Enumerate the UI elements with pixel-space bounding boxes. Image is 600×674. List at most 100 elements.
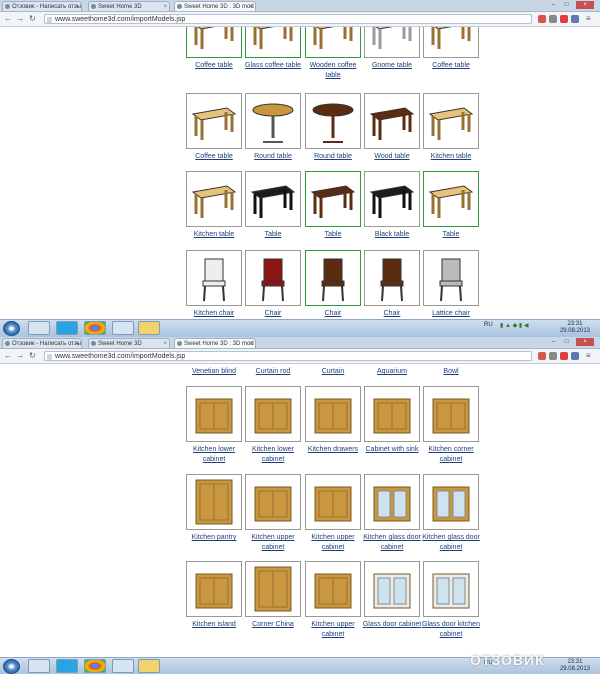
hood-cabinet-icon[interactable]: [305, 561, 361, 617]
menu-icon[interactable]: ≡: [586, 14, 591, 23]
model-item[interactable]: Kitchen pantry: [183, 474, 245, 543]
model-item[interactable]: Kitchen upper cabinet: [302, 474, 364, 553]
upper-cabinet-wide-icon[interactable]: [305, 474, 361, 530]
model-item[interactable]: Kitchen table: [420, 93, 482, 162]
model-link[interactable]: Curtain rod: [242, 367, 304, 377]
model-item[interactable]: Kitchen drawers: [302, 386, 364, 455]
model-item[interactable]: Kitchen table: [183, 171, 245, 240]
model-link[interactable]: Kitchen lower cabinet: [242, 445, 304, 465]
model-item[interactable]: Round table: [302, 93, 364, 162]
close-tab-icon[interactable]: ×: [75, 339, 79, 348]
bar-kitchen-table-icon[interactable]: [186, 171, 242, 227]
model-link[interactable]: Coffee table: [183, 152, 245, 162]
upper-cabinet-icon[interactable]: [245, 474, 301, 530]
maximize-button[interactable]: □: [561, 1, 572, 9]
tray-icons[interactable]: ▮ ▲ ◆ ▮ ◀: [500, 322, 528, 329]
start-button[interactable]: [3, 659, 20, 674]
taskbar-app-icon[interactable]: [112, 321, 134, 335]
extension-icon[interactable]: [549, 352, 557, 360]
reload-icon[interactable]: ↻: [29, 351, 36, 360]
model-link[interactable]: Round table: [242, 152, 304, 162]
brown-table-icon[interactable]: [305, 171, 361, 227]
model-link[interactable]: Table: [242, 230, 304, 240]
forward-icon[interactable]: →: [16, 351, 24, 360]
model-link[interactable]: Gnome table: [361, 61, 423, 71]
model-link[interactable]: Chair: [361, 309, 423, 319]
model-item[interactable]: Kitchen glass door cabinet: [361, 474, 423, 553]
white-glass-cabinet-icon[interactable]: [364, 561, 420, 617]
black-desk-icon[interactable]: [364, 171, 420, 227]
close-window-button[interactable]: ×: [576, 338, 594, 346]
model-item[interactable]: Kitchen corner cabinet: [420, 386, 482, 465]
model-link[interactable]: Kitchen chair: [183, 309, 245, 319]
close-tab-icon[interactable]: ×: [249, 339, 253, 348]
close-tab-icon[interactable]: ×: [249, 2, 253, 11]
model-link[interactable]: Kitchen drawers: [302, 445, 364, 455]
model-item[interactable]: Wooden coffee table: [302, 27, 364, 81]
taskbar-app-icon[interactable]: [28, 659, 50, 673]
model-item[interactable]: Coffee table: [420, 27, 482, 71]
tab-3d-models[interactable]: Sweet Home 3D : 3D mod ×: [174, 1, 256, 11]
model-item[interactable]: Gnome table: [361, 27, 423, 71]
sink-cabinet-icon[interactable]: [364, 386, 420, 442]
chrome-icon[interactable]: [84, 659, 106, 673]
model-link[interactable]: Kitchen corner cabinet: [420, 445, 482, 465]
round-table-icon[interactable]: [245, 93, 301, 149]
corner-china-icon[interactable]: [245, 561, 301, 617]
extension-icon[interactable]: [571, 352, 579, 360]
back-icon[interactable]: ←: [4, 14, 12, 23]
lower-cabinet-double-icon[interactable]: [245, 386, 301, 442]
wood-table-icon[interactable]: [364, 93, 420, 149]
glass-door-cabinet-icon[interactable]: [364, 474, 420, 530]
model-link[interactable]: Lattice chair: [420, 309, 482, 319]
forward-icon[interactable]: →: [16, 14, 24, 23]
model-link[interactable]: Kitchen upper cabinet: [302, 620, 364, 640]
model-link[interactable]: Coffee table: [183, 61, 245, 71]
maximize-button[interactable]: □: [561, 338, 572, 346]
notification-icon[interactable]: [560, 15, 568, 23]
glass-coffee-table-icon[interactable]: [245, 27, 301, 58]
close-window-button[interactable]: ×: [576, 1, 594, 9]
start-button[interactable]: [3, 321, 20, 336]
language-indicator[interactable]: RU: [484, 322, 493, 328]
gnome-table-icon[interactable]: [364, 27, 420, 58]
model-link[interactable]: Kitchen pantry: [183, 533, 245, 543]
model-item[interactable]: Cabinet with sink: [361, 386, 423, 455]
skype-icon[interactable]: [56, 321, 78, 335]
model-item[interactable]: Glass door cabinet: [361, 561, 423, 630]
model-link[interactable]: Black table: [361, 230, 423, 240]
stool-chair-icon[interactable]: [186, 250, 242, 306]
model-item[interactable]: Kitchen glass door cabinet: [420, 474, 482, 553]
model-link[interactable]: Aquarium: [361, 367, 423, 377]
model-link[interactable]: Kitchen glass door cabinet: [361, 533, 423, 553]
tab-sweethome[interactable]: Sweet Home 3D ×: [88, 338, 170, 348]
model-link[interactable]: Glass coffee table: [242, 61, 304, 71]
wooden-coffee-table-icon[interactable]: [305, 27, 361, 58]
taskbar-app-icon[interactable]: [28, 321, 50, 335]
coffee-table-icon[interactable]: [186, 27, 242, 58]
minimize-button[interactable]: –: [548, 1, 559, 9]
back-icon[interactable]: ←: [4, 351, 12, 360]
model-link[interactable]: Table: [420, 230, 482, 240]
light-table-icon[interactable]: [423, 171, 479, 227]
corner-cabinet-icon[interactable]: [423, 386, 479, 442]
tab-sweethome[interactable]: Sweet Home 3D ×: [88, 1, 170, 11]
model-link[interactable]: Bowl: [420, 367, 482, 377]
model-link[interactable]: Chair: [302, 309, 364, 319]
wooden-round-table-icon[interactable]: [305, 93, 361, 149]
model-link[interactable]: Coffee table: [420, 61, 482, 71]
adblock-icon[interactable]: [538, 15, 546, 23]
model-item[interactable]: Chair: [361, 250, 423, 319]
wooden-chair-icon[interactable]: [305, 250, 361, 306]
model-item[interactable]: Kitchen chair: [183, 250, 245, 319]
model-link[interactable]: Table: [302, 230, 364, 240]
drawers-icon[interactable]: [305, 386, 361, 442]
tab-3d-models[interactable]: Sweet Home 3D : 3D mod ×: [174, 338, 256, 348]
model-link[interactable]: Venetian blind: [183, 367, 245, 377]
model-item[interactable]: Lattice chair: [420, 250, 482, 319]
close-tab-icon[interactable]: ×: [163, 339, 167, 348]
address-bar[interactable]: www.sweethome3d.com/importModels.jsp: [44, 351, 532, 361]
sweethome-taskbar-icon[interactable]: [138, 321, 160, 335]
clock[interactable]: 23:31 29.08.2013: [560, 659, 590, 673]
model-link[interactable]: Kitchen lower cabinet: [183, 445, 245, 465]
